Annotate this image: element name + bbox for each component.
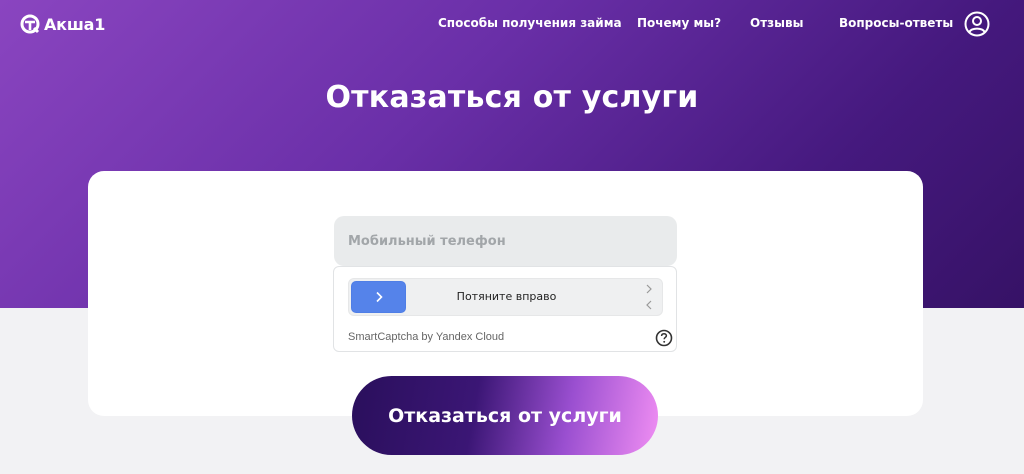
logo-text: Акша1: [44, 14, 106, 34]
slider-direction-hints: [644, 281, 654, 313]
nav-why-us[interactable]: Почему мы?: [637, 16, 721, 32]
nav-loan-methods[interactable]: Способы получения займа: [438, 16, 622, 32]
captcha-brand-label: SmartCaptcha by Yandex Cloud: [348, 331, 505, 343]
captcha-slider-track[interactable]: Потяните вправо: [348, 278, 663, 316]
decline-service-button[interactable]: Отказаться от услуги: [352, 376, 658, 455]
nav-reviews[interactable]: Отзывы: [750, 16, 803, 32]
question-circle-icon[interactable]: [655, 329, 673, 347]
captcha-slider-handle[interactable]: [351, 281, 406, 313]
page-title: Отказаться от услуги: [325, 80, 699, 115]
user-circle-icon[interactable]: [964, 11, 990, 37]
logo[interactable]: Акша1: [20, 12, 105, 36]
site-header: Акша1 Способы получения займа Почему мы?…: [0, 0, 1024, 48]
phone-input[interactable]: [334, 216, 677, 266]
nav-faq[interactable]: Вопросы-ответы: [839, 16, 953, 32]
logo-icon: [20, 14, 40, 34]
chevron-right-icon: [374, 288, 384, 307]
smart-captcha: Потяните вправо SmartCaptcha by Yandex C…: [333, 266, 677, 352]
